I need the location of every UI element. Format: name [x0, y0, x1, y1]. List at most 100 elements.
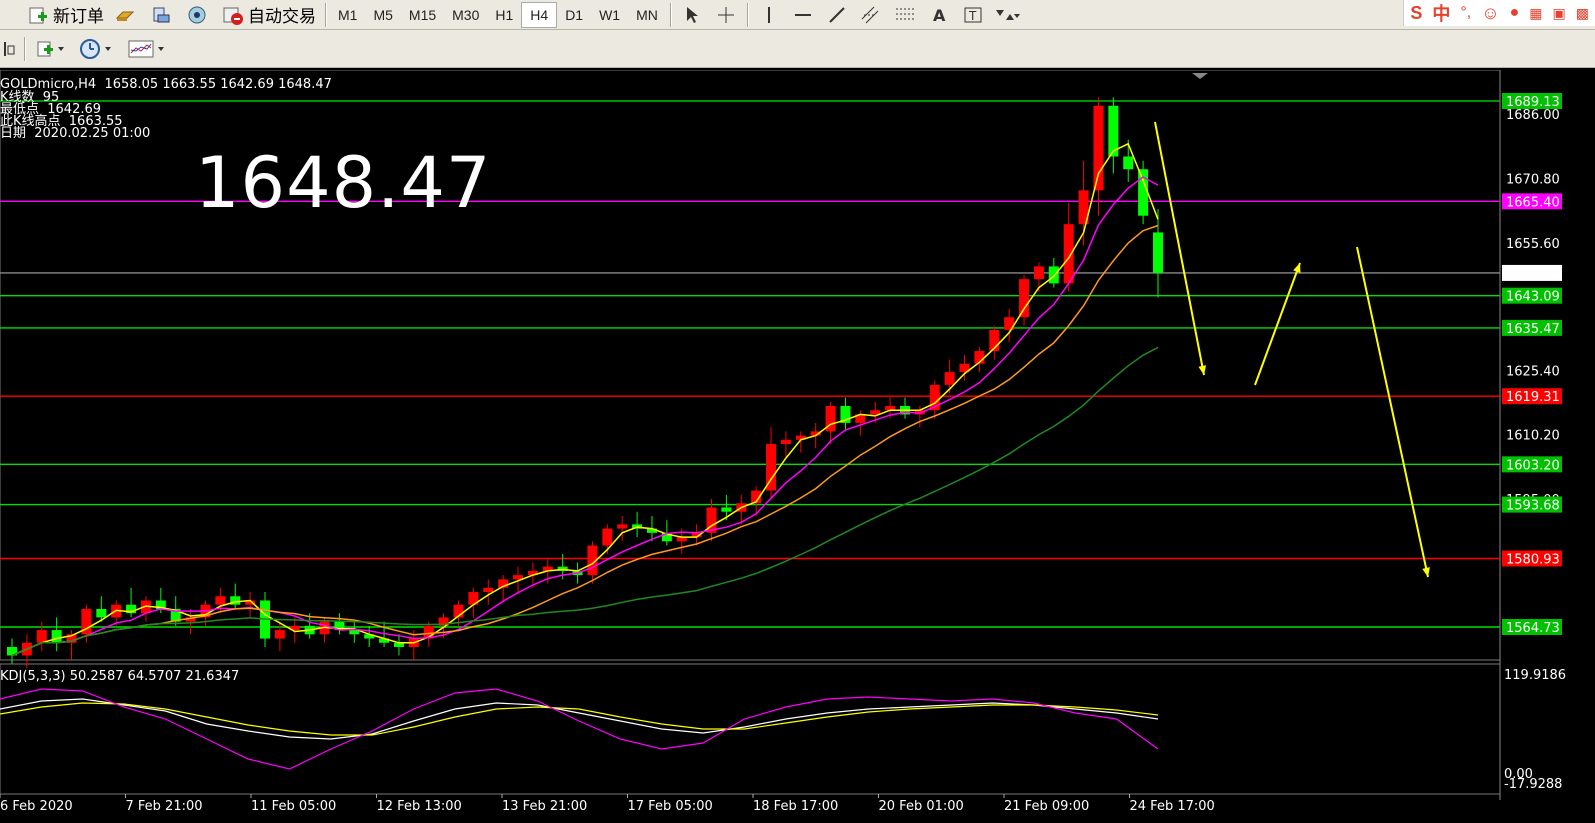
price-label-8: 1625.40	[1506, 364, 1560, 379]
price-label-4: 1655.60	[1506, 237, 1560, 252]
info-date: 日期 2020.02.25 01:00	[0, 126, 151, 141]
horizontal-line-tool-icon[interactable]	[786, 2, 820, 28]
vertical-line-tool-icon[interactable]	[752, 2, 786, 28]
trendline-tool-icon[interactable]	[820, 2, 854, 28]
price-label-9: 1619.31	[1506, 390, 1560, 405]
candle-body	[617, 524, 628, 529]
gold-button[interactable]	[109, 2, 145, 28]
periods-button[interactable]	[73, 36, 121, 62]
time-label-0: 6 Feb 2020	[0, 799, 73, 814]
signal-button[interactable]	[181, 2, 217, 28]
candle-body	[1033, 266, 1044, 280]
sogou-logo-icon[interactable]: S	[1410, 3, 1422, 24]
time-label-7: 20 Feb 01:00	[879, 799, 964, 814]
candle-body	[96, 608, 107, 618]
toolbar-separator	[746, 2, 748, 27]
microphone-icon[interactable]: ●	[1510, 4, 1520, 22]
timeframe-h4[interactable]: H4	[521, 1, 558, 28]
candle-body	[780, 439, 791, 445]
price-label-3: 1665.40	[1506, 195, 1560, 210]
price-label-6: 1643.09	[1506, 290, 1560, 305]
cursor-tool-icon[interactable]	[675, 2, 709, 28]
candle-body	[1019, 279, 1030, 318]
candle-body	[1048, 266, 1059, 284]
ime-language[interactable]: 中	[1432, 0, 1450, 26]
arrows-tool-icon[interactable]	[990, 2, 1024, 28]
timeframe-mn[interactable]: MN	[628, 2, 666, 28]
toolbar-separator	[24, 36, 25, 61]
new-order-icon	[27, 4, 49, 26]
candle-body	[36, 630, 47, 643]
kdj-j-line	[0, 688, 1159, 770]
navigator-icon	[150, 4, 172, 26]
toolbar-separator	[669, 2, 671, 27]
time-label-9: 24 Feb 17:00	[1130, 799, 1215, 814]
kdj-d-line	[0, 702, 1159, 736]
moving-average-line	[11, 142, 1159, 657]
menu-grid-icon[interactable]: ▩	[1576, 5, 1589, 22]
timeframe-h1[interactable]: H1	[487, 2, 521, 28]
ime-bar: S 中 °, ☺ ● ▦ ▣ ▩	[1403, 0, 1595, 26]
auto-trade-icon	[222, 4, 244, 26]
price-label-10: 1610.20	[1506, 429, 1560, 444]
timeframe-m5[interactable]: M5	[365, 2, 400, 28]
templates-button[interactable]	[121, 36, 173, 62]
candle-body	[215, 596, 226, 605]
price-label-11: 1603.20	[1506, 458, 1560, 473]
fibonacci-tool-icon[interactable]	[888, 2, 922, 28]
main-toolbar: 新订单 自动交易 M1 M5 M15 M30 H1 H4 D1 W1 MN A …	[0, 0, 1595, 30]
arrow-up	[1254, 262, 1301, 386]
keyboard-icon[interactable]: ▦	[1529, 5, 1542, 22]
arrow-down-2	[1356, 246, 1429, 578]
auto-trade-button[interactable]: 自动交易	[217, 2, 321, 28]
skin-icon[interactable]: ▣	[1553, 5, 1566, 22]
gold-bars-icon	[114, 4, 136, 26]
kdj-label: KDJ(5,3,3) 50.2587 64.5707 21.6347	[0, 669, 240, 684]
signal-icon	[186, 4, 208, 26]
price-label-14: 1580.93	[1506, 553, 1560, 568]
price-label-5: 1648.47	[1506, 267, 1560, 282]
kdj-axis-top: 119.9186	[1504, 668, 1566, 683]
time-label-5: 17 Feb 05:00	[628, 799, 713, 814]
auto-trade-label: 自动交易	[248, 7, 316, 26]
timeframe-m1[interactable]: M1	[330, 2, 365, 28]
svg-text:A: A	[933, 6, 946, 24]
candle-body	[1063, 224, 1074, 284]
channel-tool-icon[interactable]	[854, 2, 888, 28]
candle-body	[1123, 156, 1134, 170]
timeframe-w1[interactable]: W1	[591, 2, 628, 28]
candle-body	[1153, 232, 1163, 273]
time-label-2: 11 Feb 05:00	[251, 799, 336, 814]
navigator-button[interactable]	[145, 2, 181, 28]
timeframe-m15[interactable]: M15	[401, 2, 444, 28]
time-label-4: 13 Feb 21:00	[502, 799, 587, 814]
price-label-15: 1564.73	[1506, 621, 1560, 636]
svg-text:T: T	[968, 9, 977, 23]
chart-shift-marker-icon	[1192, 73, 1208, 79]
emoji-icon[interactable]: ☺	[1481, 3, 1499, 24]
candle-body	[483, 587, 494, 593]
punctuation-icon[interactable]: °,	[1460, 4, 1471, 22]
price-label-13: 1593.68	[1506, 499, 1560, 514]
timeframe-group: M1 M5 M15 M30 H1 H4 D1 W1 MN	[330, 1, 666, 28]
timeframe-d1[interactable]: D1	[557, 2, 591, 28]
moving-average-line	[11, 224, 1159, 657]
crosshair-tool-icon[interactable]	[709, 2, 743, 28]
big-price-label: 1648.47	[195, 142, 492, 224]
price-label-2: 1670.80	[1506, 173, 1560, 188]
text-tool-icon[interactable]: A	[922, 2, 956, 28]
time-label-6: 18 Feb 17:00	[753, 799, 838, 814]
timeframe-m30[interactable]: M30	[444, 2, 487, 28]
candle-body	[944, 372, 955, 385]
price-label-7: 1635.47	[1506, 322, 1560, 337]
chart-window[interactable]: 1689.13 1686.00 1670.80 1665.40 1655.60 1648.…	[0, 70, 1595, 823]
toolbar-separator	[325, 2, 326, 27]
indicators-button[interactable]	[29, 36, 73, 62]
candle-body	[1093, 105, 1104, 191]
candle-body	[602, 528, 613, 546]
arrow-up-head	[1293, 263, 1301, 273]
time-label-8: 21 Feb 09:00	[1004, 799, 1089, 814]
chart-scroll-icon[interactable]	[0, 36, 20, 62]
text-label-tool-icon[interactable]: T	[956, 2, 990, 28]
new-order-button[interactable]: 新订单	[22, 2, 109, 28]
